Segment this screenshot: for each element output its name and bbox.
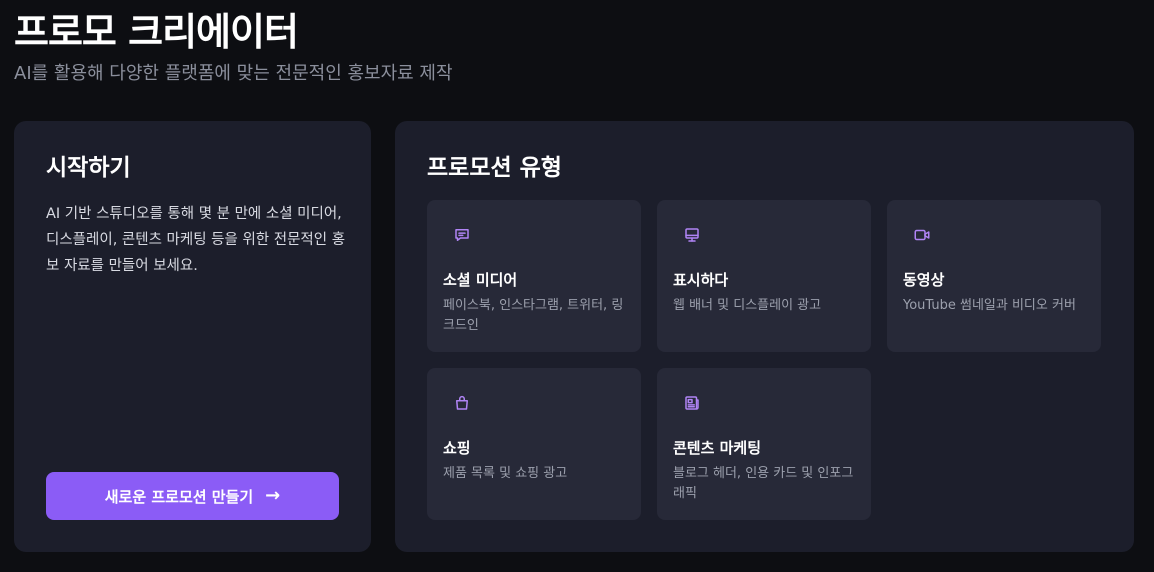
get-started-description: AI 기반 스튜디오를 통해 몇 분 만에 소셜 미디어, 디스플레이, 콘텐츠… — [46, 206, 346, 274]
type-card-description: YouTube 썸네일과 비디오 커버 — [903, 298, 1076, 313]
promo-creator-page: 프로모 크리에이터 AI를 활용해 다양한 플랫폼에 맞는 전문적인 홍보자료 … — [0, 0, 1154, 572]
promotion-types-heading: 프로모션 유형 — [427, 155, 562, 181]
type-card-display[interactable]: 표시하다 웹 배너 및 디스플레이 광고 — [657, 200, 871, 352]
get-started-heading: 시작하기 — [46, 155, 131, 181]
type-card-description: 블로그 헤더, 인용 카드 및 인포그래픽 — [673, 466, 854, 501]
type-card-description: 페이스북, 인스타그램, 트위터, 링크드인 — [443, 298, 624, 333]
type-card-title: 표시하다 — [673, 271, 729, 289]
arrow-right-icon: → — [265, 485, 281, 506]
create-promotion-button[interactable]: 새로운 프로모션 만들기 → — [46, 472, 339, 520]
get-started-panel: 시작하기 AI 기반 스튜디오를 통해 몇 분 만에 소셜 미디어, 디스플레이… — [14, 121, 371, 552]
type-card-title: 콘텐츠 마케팅 — [673, 439, 762, 457]
type-card-content-marketing[interactable]: 콘텐츠 마케팅 블로그 헤더, 인용 카드 및 인포그래픽 — [657, 368, 871, 520]
promotion-types-panel: 프로모션 유형 소셜 미디어 페이스북, 인스타그램, 트위터, 링크드인 표시… — [395, 121, 1134, 552]
page-title: 프로모 크리에이터 — [14, 10, 299, 54]
type-card-description: 웹 배너 및 디스플레이 광고 — [673, 298, 822, 313]
message-icon — [455, 229, 469, 241]
page-subtitle: AI를 활용해 다양한 플랫폼에 맞는 전문적인 홍보자료 제작 — [14, 63, 453, 84]
type-card-social-media[interactable]: 소셜 미디어 페이스북, 인스타그램, 트위터, 링크드인 — [427, 200, 641, 352]
type-card-title: 동영상 — [903, 271, 945, 289]
video-icon — [914, 229, 930, 241]
type-card-video[interactable]: 동영상 YouTube 썸네일과 비디오 커버 — [887, 200, 1101, 352]
type-card-title: 소셜 미디어 — [443, 271, 518, 289]
monitor-icon — [685, 228, 699, 242]
create-promotion-label: 새로운 프로모션 만들기 — [104, 487, 254, 506]
type-card-title: 쇼핑 — [443, 439, 471, 457]
shopping-bag-icon — [456, 395, 468, 410]
type-card-description: 제품 목록 및 쇼핑 광고 — [443, 466, 568, 481]
newspaper-icon — [685, 396, 699, 410]
type-card-shopping[interactable]: 쇼핑 제품 목록 및 쇼핑 광고 — [427, 368, 641, 520]
